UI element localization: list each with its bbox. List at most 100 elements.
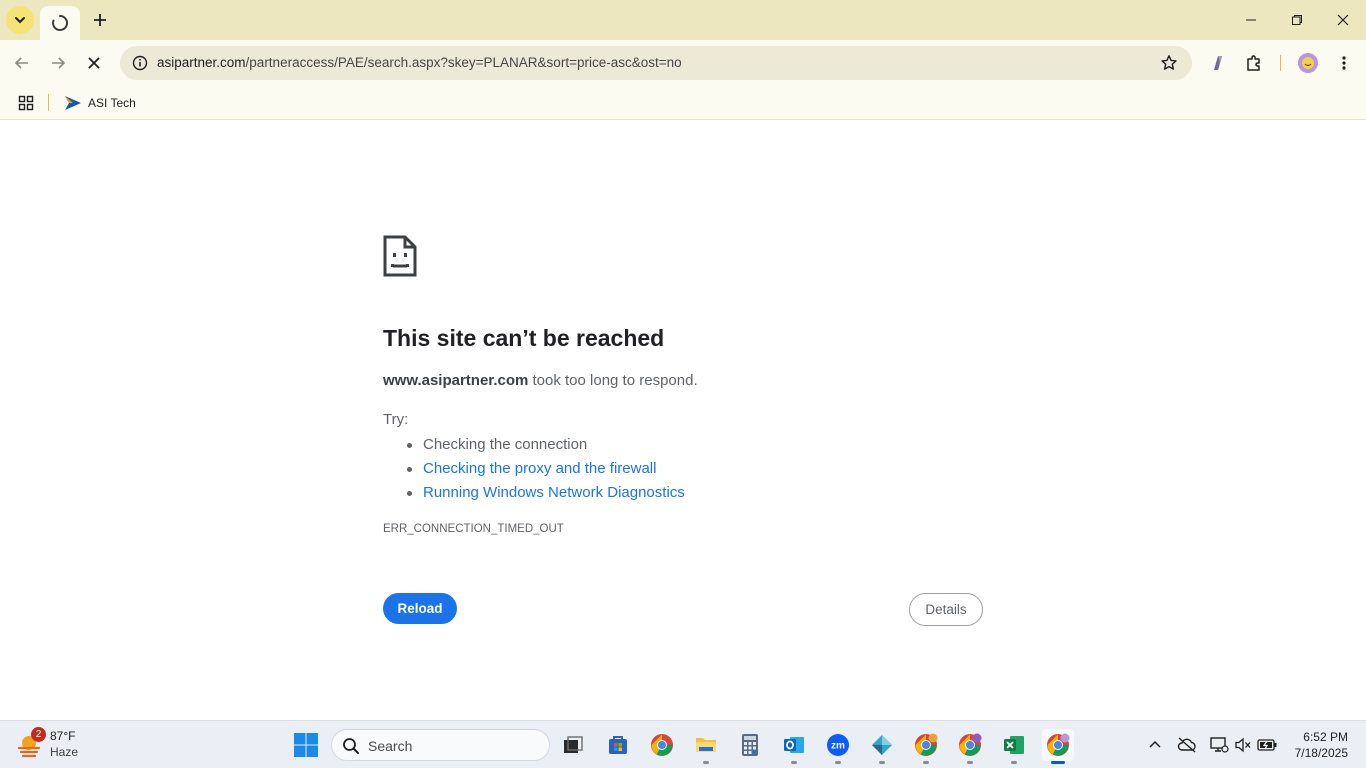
extensions-menu-button[interactable] [1240,49,1268,77]
battery-tray-button[interactable] [1255,733,1279,757]
bookmark-label: ASI Tech [88,96,136,110]
arrow-left-icon [14,57,28,69]
cloud-offline-icon [1177,737,1196,753]
loading-spinner-icon [52,14,69,31]
taskbar-app-zoom[interactable]: zm [822,729,854,764]
stop-loading-button[interactable] [78,47,110,79]
suggestion-item: Checking the connection [383,433,783,457]
bookmarks-bar: ASI Tech [0,86,1366,120]
minimize-button[interactable] [1228,0,1274,40]
microsoft-store-icon [609,736,627,754]
taskbar-app-excel[interactable] [998,729,1030,764]
chrome-icon [1047,733,1070,756]
tab-strip [0,0,1366,40]
url-text[interactable]: asipartner.com/partneraccess/PAE/search.… [157,55,682,70]
weather-condition: Haze [50,745,79,759]
weather-widget[interactable]: 2 87°F Haze [14,727,104,763]
new-tab-button[interactable] [88,8,112,32]
chrome-icon [915,733,938,756]
running-indicator [791,761,797,764]
bookmarks-separator [48,94,49,111]
error-title: This site can’t be reached [383,325,665,351]
forward-button[interactable] [42,47,74,79]
apps-grid-icon [18,95,34,111]
calculator-icon [742,734,758,756]
volume-tray-button[interactable] [1231,733,1255,757]
taskbar-app-chrome-profile-3[interactable] [954,729,986,764]
show-hidden-icons-button[interactable] [1143,733,1167,757]
details-button[interactable]: Details [909,593,983,626]
windows-taskbar: 2 87°F Haze Search zm 6:52 PM 7/18/2025 [0,720,1366,768]
chevron-down-icon [15,17,25,24]
outlook-icon [784,737,804,753]
chevron-up-icon [1149,740,1161,748]
taskbar-app-store[interactable] [602,729,634,761]
folder-icon [696,738,716,752]
suggestion-link-diagnostics[interactable]: Running Windows Network Diagnostics [383,481,783,505]
start-button[interactable] [292,731,320,759]
bookmark-star-button[interactable] [1158,52,1180,74]
site-info-button[interactable] [128,51,152,75]
active-tab[interactable] [40,6,80,40]
restore-button[interactable] [1274,0,1320,40]
plus-icon [94,14,106,26]
chrome-icon [959,733,982,756]
taskbar-clock[interactable]: 6:52 PM 7/18/2025 [1284,729,1348,761]
reload-button[interactable]: Reload [383,593,457,624]
svg-text:zm: zm [831,741,845,752]
task-view-button[interactable] [557,729,589,761]
error-host: www.asipartner.com [383,372,529,389]
zoom-icon: zm [827,734,849,756]
excel-icon [1004,736,1024,754]
network-tray-button[interactable] [1207,733,1231,757]
info-icon [132,55,148,71]
taskbar-app-outlook[interactable] [778,729,810,764]
taskbar-search-box[interactable]: Search [331,729,550,761]
extension-button[interactable] [1204,49,1232,77]
windows-logo-icon [294,733,318,757]
weather-alert-badge: 2 [31,727,46,742]
url-path: /partneraccess/PAE/search.aspx?skey=PLAN… [245,55,682,70]
tab-search-button[interactable] [6,6,34,34]
taskbar-app-chrome-active[interactable] [1042,729,1074,764]
restore-icon [1292,15,1302,25]
puzzle-icon [1247,55,1260,71]
close-icon [88,57,100,69]
close-window-button[interactable] [1320,0,1366,40]
profile-button[interactable] [1294,49,1322,77]
address-bar[interactable]: asipartner.com/partneraccess/PAE/search.… [120,46,1192,80]
taskbar-app-chrome[interactable] [646,729,678,761]
extension-feather-icon [1214,56,1222,70]
back-button[interactable] [6,47,38,79]
apps-button[interactable] [14,91,38,115]
more-vertical-icon [1342,56,1346,70]
sad-document-icon [383,235,417,277]
suggestion-list: Checking the connection Checking the pro… [383,433,783,505]
page-content: This site can’t be reached www.asipartne… [0,121,1366,720]
error-code: ERR_CONNECTION_TIMED_OUT [383,523,564,535]
url-host: asipartner.com [157,55,246,70]
taskbar-app-calculator[interactable] [734,729,766,761]
running-indicator [1051,761,1065,764]
suggestion-link-proxy[interactable]: Checking the proxy and the firewall [383,457,783,481]
asi-tech-icon [65,96,81,110]
bookmark-asi-tech[interactable]: ASI Tech [58,90,142,116]
battery-charging-icon [1257,739,1277,751]
running-indicator [835,761,841,764]
chrome-icon [651,734,673,756]
diamond-app-icon [872,735,892,755]
onedrive-tray-button[interactable] [1175,733,1199,757]
taskbar-app-chrome-profile-2[interactable] [910,729,942,764]
running-indicator [967,761,973,764]
error-message: took too long to respond. [528,372,698,389]
arrow-right-icon [52,57,66,69]
search-icon [343,738,359,754]
error-description: www.asipartner.com took too long to resp… [383,372,698,389]
chrome-menu-button[interactable] [1330,49,1358,77]
taskbar-app-diamond[interactable] [866,729,898,764]
taskbar-app-file-explorer[interactable] [690,729,722,764]
minimize-icon [1246,19,1256,21]
browser-toolbar: asipartner.com/partneraccess/PAE/search.… [0,40,1366,86]
network-icon [1210,737,1229,753]
profile-avatar-icon [1298,53,1318,73]
